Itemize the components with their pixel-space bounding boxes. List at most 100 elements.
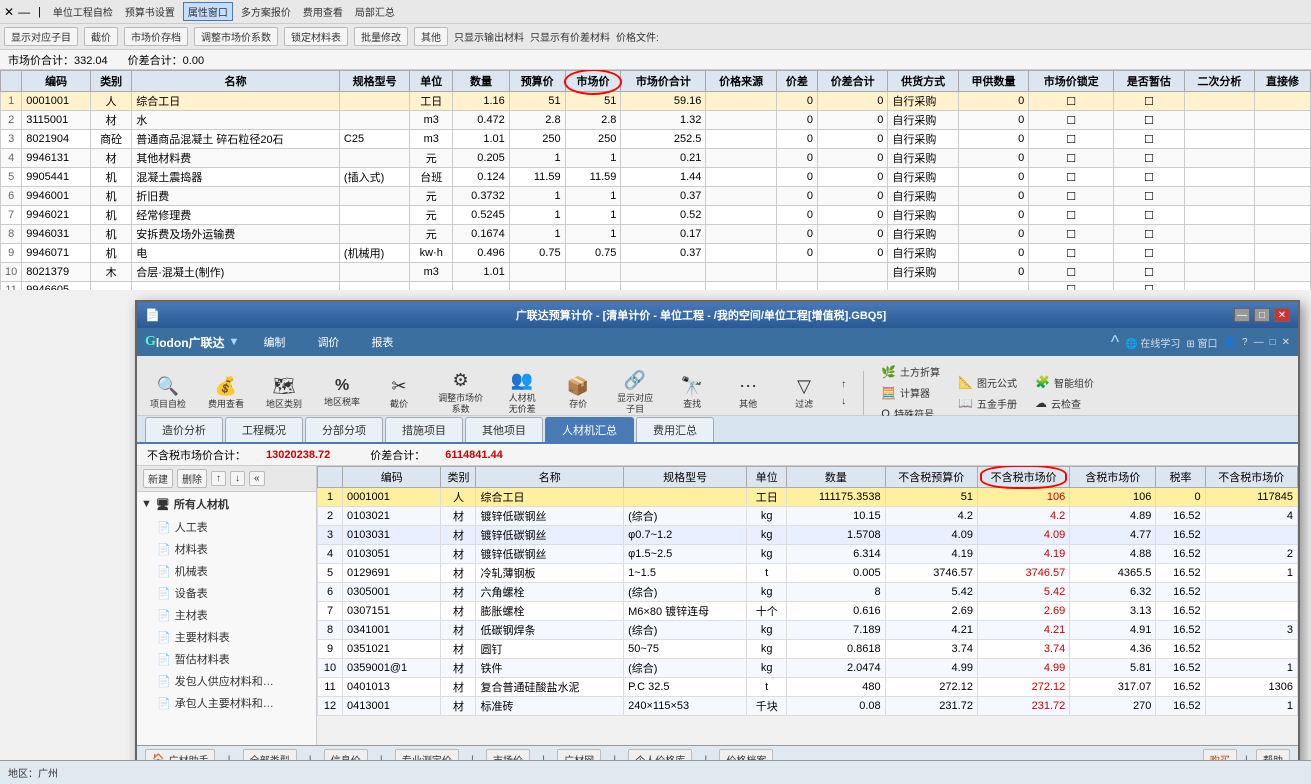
table-row[interactable]: 50129691材冷轧薄钢板1~1.5t0.0053746.573746.574… — [318, 564, 1298, 583]
tab-measures[interactable]: 措施项目 — [385, 417, 463, 442]
filter-btn[interactable]: ▽ 过滤 — [780, 367, 828, 419]
menu-price[interactable]: 调价 — [309, 332, 347, 352]
expand-icon[interactable]: ^ — [1111, 332, 1119, 353]
table-row[interactable]: 10001001人综合工日工日111175.353851106106011784… — [318, 488, 1298, 507]
float-maximize-btn[interactable]: □ — [1254, 308, 1270, 322]
sidebar-item-contractor-material[interactable]: 📄 承包人主要材料和… — [153, 692, 316, 714]
sidebar-up-btn[interactable]: ↑ — [211, 471, 226, 486]
earthwork-btn[interactable]: 🌿 土方折算 — [876, 362, 945, 381]
glodon-dropdown[interactable]: ▼ — [229, 336, 240, 348]
sidebar-item-material[interactable]: 📄 材料表 — [153, 538, 316, 560]
th-unit[interactable]: 单位 — [747, 467, 787, 488]
th-market-price[interactable]: 不含税市场价 — [977, 467, 1069, 488]
menu-report[interactable]: 报表 — [363, 332, 401, 352]
tab-project-overview[interactable]: 工程概况 — [225, 417, 303, 442]
cut-price-btn[interactable]: 截价 — [84, 27, 118, 46]
search-btn[interactable]: 🔭 查找 — [668, 367, 716, 419]
smart-price-btn[interactable]: 🧩 智能组价 — [1030, 373, 1099, 392]
bg-close-btn[interactable]: ✕ — [4, 5, 14, 19]
adjust-market-btn2[interactable]: ⚙ 调整市场价系数 — [431, 367, 490, 419]
other-btn2[interactable]: ⋯ 其他 — [724, 367, 772, 419]
table-row[interactable]: 40103051材镀锌低碳钢丝φ1.5~2.5kg6.3144.194.194.… — [318, 545, 1298, 564]
sidebar-root-item[interactable]: ▼ 🖥 所有人材机 — [137, 492, 316, 516]
properties-btn[interactable]: 属性窗口 — [183, 2, 233, 21]
budget-settings-btn[interactable]: 预算书设置 — [121, 3, 179, 20]
th-budget-price[interactable]: 不含税预算价 — [885, 467, 977, 488]
cloud-check-btn[interactable]: ☁ 云检查 — [1030, 394, 1099, 413]
table-row[interactable]: 20103021材镀锌低碳钢丝(综合)kg10.154.24.24.8916.5… — [318, 507, 1298, 526]
bg-min-btn[interactable]: — — [18, 5, 30, 19]
help-btn[interactable]: ? — [1242, 337, 1248, 348]
tab-partial[interactable]: 分部分项 — [305, 417, 383, 442]
table-row[interactable]: 70307151材膨胀螺栓M6×80 镀锌连母十个0.6162.692.693.… — [318, 602, 1298, 621]
th-spec[interactable]: 规格型号 — [624, 467, 747, 488]
unit-check-btn[interactable]: 单位工程自检 — [49, 3, 117, 20]
other-label: 其他 — [739, 399, 757, 410]
show-correspond-btn[interactable]: 🔗 显示对应子目 — [610, 367, 660, 419]
adjust-market-btn[interactable]: 调整市场价系数 — [194, 27, 278, 46]
th-code[interactable]: 编码 — [343, 467, 441, 488]
tab-other[interactable]: 其他项目 — [465, 417, 543, 442]
th-tax-market[interactable]: 含税市场价 — [1070, 467, 1156, 488]
sidebar-item-estimate-material[interactable]: 📄 暂估材料表 — [153, 648, 316, 670]
th-ex-market[interactable]: 不含税市场价 — [1205, 467, 1297, 488]
float-close-btn[interactable]: ✕ — [1274, 308, 1290, 322]
batch-edit-btn[interactable]: 批量修改 — [354, 27, 408, 46]
table-row[interactable]: 110401013材复合普通硅酸盐水泥P.C 32.5t480272.12272… — [318, 678, 1298, 697]
th-type[interactable]: 类别 — [441, 467, 476, 488]
sidebar-new-btn[interactable]: 新建 — [143, 469, 173, 488]
formula-btn[interactable]: 📐 图元公式 — [953, 373, 1022, 392]
hardware-btn[interactable]: 📖 五金手册 — [953, 394, 1022, 413]
region-type-btn[interactable]: 🗺 地区类别 — [259, 367, 309, 419]
sidebar-down-btn[interactable]: ↓ — [230, 471, 245, 486]
sidebar-item-equipment[interactable]: 📄 设备表 — [153, 582, 316, 604]
partial-summary-btn[interactable]: 局部汇总 — [351, 3, 399, 20]
sidebar-delete-btn[interactable]: 删除 — [177, 469, 207, 488]
save-price-btn[interactable]: 📦 存价 — [554, 367, 602, 419]
market-archive-btn[interactable]: 市场价存档 — [124, 27, 188, 46]
sidebar-item-machine[interactable]: 📄 机械表 — [153, 560, 316, 582]
labor-material-btn[interactable]: 👥 人材机无价差 — [498, 367, 546, 419]
tab-cost-analysis[interactable]: 造价分析 — [145, 417, 223, 442]
tab-labor-machine[interactable]: 人材机汇总 — [545, 417, 634, 442]
table-row[interactable]: 100359001@1材铁件(综合)kg2.04744.994.995.8116… — [318, 659, 1298, 678]
move-up-btn[interactable]: ↑ — [836, 377, 851, 392]
tab-fee-summary[interactable]: 费用汇总 — [636, 417, 714, 442]
sidebar-item-owner-supply[interactable]: 📄 发包人供应材料和… — [153, 670, 316, 692]
sidebar-collapse-btn[interactable]: « — [249, 471, 265, 486]
price-diff-label: 价差合计： — [370, 447, 425, 463]
move-down-btn[interactable]: ↓ — [836, 394, 851, 409]
sidebar-item-main-material[interactable]: 📄 主材表 — [153, 604, 316, 626]
table-row[interactable]: 80341001材低碳钢焊条(综合)kg7.1894.214.214.9116.… — [318, 621, 1298, 640]
float-minimize-btn[interactable]: — — [1234, 308, 1250, 322]
menu-edit[interactable]: 编制 — [255, 332, 293, 352]
table-row[interactable]: 90351021材圆钉50~75kg0.86183.743.744.3616.5… — [318, 640, 1298, 659]
th-name[interactable]: 名称 — [476, 467, 624, 488]
table-row[interactable]: 120413001材标准砖240×115×53千块0.08231.72231.7… — [318, 697, 1298, 716]
table-row[interactable]: 60305001材六角螺栓(综合)kg85.425.426.3216.52 — [318, 583, 1298, 602]
fee-check-btn[interactable]: 费用查看 — [299, 3, 347, 20]
show-child-btn[interactable]: 显示对应子目 — [4, 27, 78, 46]
calculator-btn[interactable]: 🧮 计算器 — [876, 383, 945, 402]
sidebar-item-major-material[interactable]: 📄 主要材料表 — [153, 626, 316, 648]
float-min-btn2[interactable]: — — [1254, 337, 1264, 348]
cut-price-btn2[interactable]: ✂ 截价 — [375, 367, 423, 419]
lock-material-btn[interactable]: 锁定材料表 — [284, 27, 348, 46]
fee-view-btn[interactable]: 💰 费用查看 — [201, 367, 251, 419]
float-max-btn2[interactable]: □ — [1270, 337, 1276, 348]
th-tax-rate[interactable]: 税率 — [1156, 467, 1205, 488]
float-close-btn2[interactable]: ✕ — [1282, 337, 1290, 348]
table-row[interactable]: 30103031材镀锌低碳钢丝φ0.7~1.2kg1.57084.094.094… — [318, 526, 1298, 545]
window-menu-btn[interactable]: ⊞ 窗口 — [1186, 335, 1217, 350]
calculator-icon: 🧮 — [881, 386, 896, 400]
online-study-btn[interactable]: 🌐 在线学习 — [1125, 335, 1180, 350]
other-btn[interactable]: 其他 — [414, 27, 448, 46]
sidebar-item-labor[interactable]: 📄 人工表 — [153, 516, 316, 538]
multi-quote-btn[interactable]: 多方案报价 — [237, 3, 295, 20]
region-tax-btn[interactable]: % 地区税率 — [317, 367, 367, 419]
project-check-btn[interactable]: 🔍 项目自检 — [143, 367, 193, 419]
th-qty[interactable]: 数量 — [787, 467, 885, 488]
user-btn[interactable]: 👤 — [1224, 337, 1236, 348]
bg-status-bar: 地区：广州 — [0, 760, 1311, 784]
main-table-wrap[interactable]: 编码 类别 名称 规格型号 单位 数量 不含税预算价 不含税市场价 含税市场价 — [317, 466, 1298, 745]
